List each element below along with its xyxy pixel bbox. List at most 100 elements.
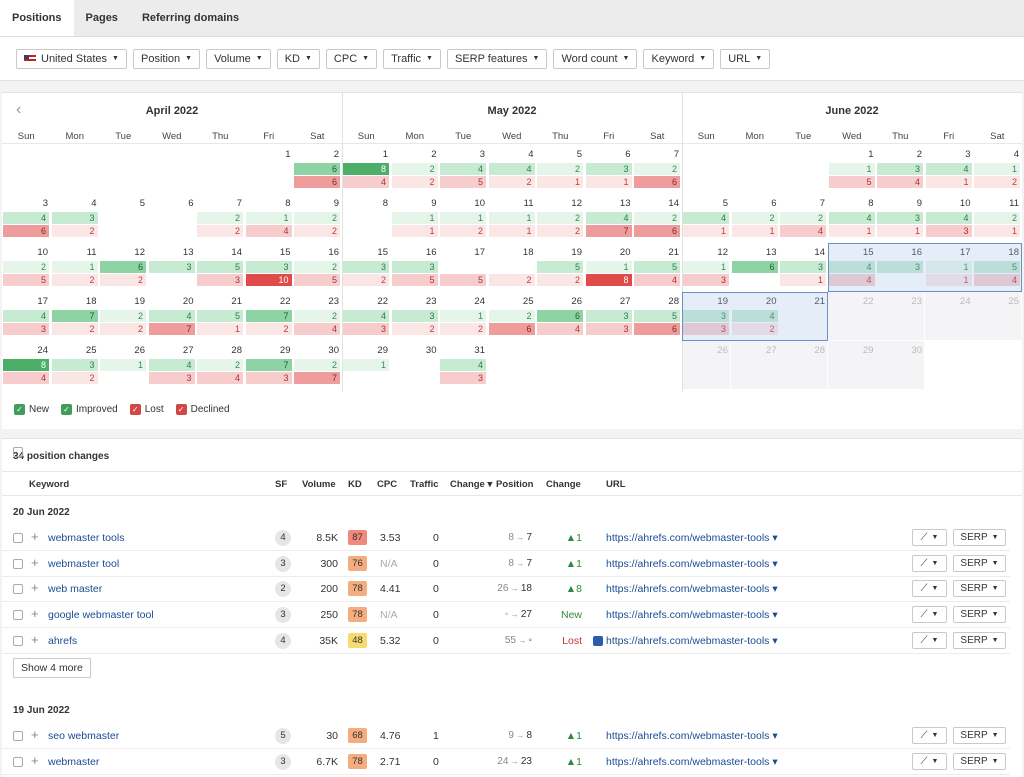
- calendar-day[interactable]: 22 4 3: [342, 292, 390, 340]
- show-more-button[interactable]: Show 4 more: [13, 658, 91, 678]
- keyword-link[interactable]: ahrefs: [48, 635, 77, 647]
- url-link[interactable]: https://ahrefs.com/webmaster-tools ▾: [606, 609, 778, 621]
- serp-features-count[interactable]: 5: [275, 728, 291, 744]
- calendar-day[interactable]: 14 2 6: [633, 194, 681, 242]
- calendar-day[interactable]: 3 41: [925, 145, 973, 193]
- calendar-day[interactable]: 29 1: [342, 341, 390, 389]
- calendar-day[interactable]: 24 1 2: [439, 292, 487, 340]
- keyword-link[interactable]: webmaster tools: [48, 532, 124, 544]
- calendar-day[interactable]: 29: [827, 341, 876, 389]
- calendar-day[interactable]: 18 2: [488, 243, 536, 291]
- calendar-day[interactable]: 11 1 2: [51, 243, 99, 291]
- serp-features-count[interactable]: 3: [275, 607, 291, 624]
- calendar-day[interactable]: 4 32: [51, 194, 99, 242]
- calendar-day[interactable]: 26: [682, 341, 730, 389]
- calendar-day[interactable]: 9 22: [293, 194, 341, 242]
- tab-positions[interactable]: Positions: [0, 0, 74, 36]
- trend-chart-button[interactable]: ⟋ ▼: [912, 554, 947, 572]
- calendar-day[interactable]: 222: [391, 145, 439, 193]
- serp-button[interactable]: SERP ▼: [953, 606, 1006, 624]
- calendar-day[interactable]: 13 3: [148, 243, 196, 291]
- filter-keyword[interactable]: Keyword ▼: [643, 48, 715, 69]
- prev-month-icon[interactable]: ‹: [16, 101, 21, 119]
- calendar-day[interactable]: 14 3 1: [779, 243, 827, 291]
- keyword-link[interactable]: web master: [48, 583, 102, 595]
- calendar-day[interactable]: 5 21: [536, 145, 584, 193]
- calendar-day[interactable]: 22: [827, 292, 876, 340]
- calendar-day[interactable]: 23 3 2: [391, 292, 439, 340]
- calendar-day[interactable]: 12 2 2: [536, 194, 584, 242]
- tab-pages[interactable]: Pages: [74, 0, 130, 36]
- calendar-day[interactable]: 31 4 3: [439, 341, 487, 389]
- calendar-day[interactable]: 30: [391, 341, 439, 389]
- trend-chart-button[interactable]: ⟋ ▼: [912, 752, 947, 770]
- row-checkbox[interactable]: [13, 584, 23, 595]
- filter-serp-features[interactable]: SERP features ▼: [446, 48, 548, 69]
- country-filter[interactable]: United States ▼: [16, 48, 127, 69]
- calendar-day[interactable]: 10 2 5: [2, 243, 50, 291]
- filter-position[interactable]: Position ▼: [132, 48, 201, 69]
- calendar-day[interactable]: 9 11: [391, 194, 439, 242]
- calendar-day[interactable]: 9 31: [876, 194, 924, 242]
- serp-features-count[interactable]: 3: [275, 753, 291, 770]
- tab-referring-domains[interactable]: Referring domains: [130, 0, 251, 36]
- col-url[interactable]: URL: [606, 479, 626, 490]
- legend-lost[interactable]: ✓ Lost: [129, 404, 164, 415]
- calendar-day[interactable]: 8: [342, 194, 390, 242]
- calendar-day[interactable]: 27: [730, 341, 779, 389]
- col-change[interactable]: Change: [546, 479, 581, 490]
- calendar-day[interactable]: 7 22: [196, 194, 244, 242]
- calendar-day[interactable]: 3 45: [439, 145, 487, 193]
- col-sf[interactable]: SF: [275, 479, 287, 490]
- calendar-day[interactable]: 16 3 5: [391, 243, 439, 291]
- add-to-list-icon[interactable]: +: [31, 727, 39, 742]
- row-checkbox[interactable]: [13, 610, 23, 621]
- calendar-day[interactable]: 23: [876, 292, 924, 340]
- calendar-day[interactable]: 13 6: [731, 243, 779, 291]
- calendar-day[interactable]: 23 2 4: [293, 292, 341, 340]
- calendar-day[interactable]: 1: [245, 145, 293, 193]
- calendar-day[interactable]: 5 41: [682, 194, 730, 242]
- col-change-sort[interactable]: Change ▾: [450, 479, 492, 490]
- keyword-link[interactable]: seo webmaster: [48, 730, 119, 742]
- calendar-day[interactable]: 15 3 10: [245, 243, 293, 291]
- add-to-list-icon[interactable]: +: [31, 529, 39, 544]
- url-link[interactable]: https://ahrefs.com/webmaster-tools ▾: [606, 635, 778, 647]
- serp-button[interactable]: SERP ▼: [953, 554, 1006, 572]
- calendar-day[interactable]: 7 26: [633, 145, 681, 193]
- row-checkbox[interactable]: [13, 756, 23, 767]
- calendar-day[interactable]: 26 6 4: [536, 292, 584, 340]
- serp-button[interactable]: SERP ▼: [953, 529, 1006, 546]
- calendar-day[interactable]: 19 2 2: [99, 292, 147, 340]
- calendar-day[interactable]: 7 24: [779, 194, 827, 242]
- calendar-day[interactable]: 10 1 2: [439, 194, 487, 242]
- calendar-day[interactable]: 115: [828, 145, 876, 193]
- calendar-day[interactable]: 27 4 3: [148, 341, 196, 389]
- filter-cpc[interactable]: CPC ▼: [325, 48, 378, 69]
- calendar-day[interactable]: 19 5 2: [536, 243, 584, 291]
- url-link[interactable]: https://ahrefs.com/webmaster-tools ▾: [606, 583, 778, 595]
- calendar-day[interactable]: 4 12: [973, 145, 1021, 193]
- calendar-day[interactable]: 18 7 2: [51, 292, 99, 340]
- calendar-day[interactable]: 12 1 3: [682, 243, 730, 291]
- col-cpc[interactable]: CPC: [377, 479, 397, 490]
- selected-week-range[interactable]: [827, 243, 1022, 292]
- legend-improved[interactable]: ✓ Improved: [61, 404, 118, 415]
- calendar-day[interactable]: 30: [876, 341, 924, 389]
- add-to-list-icon[interactable]: +: [31, 580, 39, 595]
- trend-chart-button[interactable]: ⟋ ▼: [912, 631, 947, 649]
- row-checkbox[interactable]: [13, 731, 23, 741]
- url-link[interactable]: https://ahrefs.com/webmaster-tools ▾: [606, 532, 778, 544]
- filter-traffic[interactable]: Traffic ▼: [383, 48, 441, 69]
- serp-features-count[interactable]: 4: [275, 632, 291, 649]
- add-to-list-icon[interactable]: +: [31, 555, 39, 570]
- calendar-day[interactable]: 21 5 4: [633, 243, 681, 291]
- trend-chart-button[interactable]: ⟋ ▼: [912, 529, 947, 546]
- calendar-day[interactable]: 25: [973, 292, 1021, 340]
- url-link[interactable]: https://ahrefs.com/webmaster-tools ▾: [606, 730, 778, 742]
- col-traffic[interactable]: Traffic: [410, 479, 439, 490]
- col-volume[interactable]: Volume: [302, 479, 336, 490]
- selected-week-range[interactable]: [682, 292, 828, 341]
- serp-button[interactable]: SERP ▼: [953, 752, 1006, 770]
- calendar-day[interactable]: 30 2 7: [293, 341, 341, 389]
